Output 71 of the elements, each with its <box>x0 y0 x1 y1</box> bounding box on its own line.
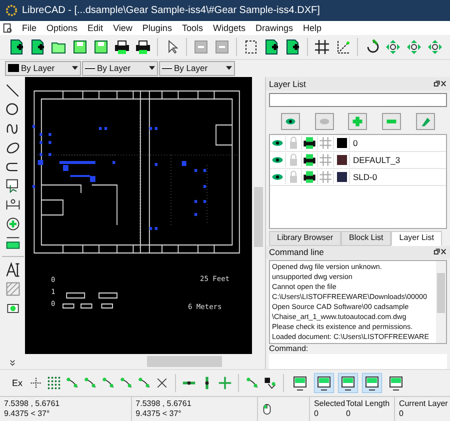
current-layer-label: Current Layer <box>398 398 449 409</box>
pen-combo[interactable]: By Layer <box>159 60 235 76</box>
command-input[interactable] <box>269 354 447 370</box>
menu-item[interactable]: View <box>108 22 138 35</box>
layer-name[interactable]: 0 <box>350 138 358 148</box>
edit-layer-icon[interactable] <box>416 112 435 130</box>
window-title: LibreCAD - [...dsample\Gear Sample-iss4\#Gear Sample-iss4.DXF] <box>22 5 320 16</box>
line-icon[interactable] <box>4 83 20 100</box>
chevron-icon[interactable] <box>9 359 16 366</box>
menu-item[interactable]: File <box>17 22 42 35</box>
layer-name[interactable]: DEFAULT_3 <box>350 154 400 165</box>
grid-snap-icon[interactable] <box>46 376 61 390</box>
current-layer-value: 0 <box>398 408 404 419</box>
selected-count: 0 <box>314 408 320 419</box>
menu-item[interactable]: Tools <box>176 22 208 35</box>
menu-item[interactable]: Plugins <box>137 22 177 35</box>
print-icon[interactable] <box>302 170 318 184</box>
total-length-label: Total Length <box>346 398 391 409</box>
menu-item[interactable]: Drawings <box>250 22 298 35</box>
document-icon[interactable] <box>264 38 280 55</box>
view-toggle-icon[interactable] <box>338 372 358 393</box>
caret-icon <box>72 66 78 70</box>
ellipse-icon[interactable] <box>4 140 20 156</box>
pen-combo[interactable]: By Layer <box>82 60 158 76</box>
command-label: Command: <box>268 344 310 354</box>
view-toggle-icon[interactable] <box>314 372 334 393</box>
log-scrollbar[interactable] <box>436 261 446 344</box>
gear-icon <box>5 4 18 18</box>
caret-icon <box>149 66 155 70</box>
dock-tab[interactable]: Library Browser <box>269 231 342 246</box>
document-add-icon[interactable] <box>285 38 301 55</box>
crosshair-icon[interactable] <box>28 376 43 390</box>
intersection-snap-icon[interactable] <box>154 376 169 390</box>
menu-item[interactable]: Help <box>298 22 327 35</box>
caret-icon <box>226 66 232 70</box>
selected-label: Selected <box>314 398 346 409</box>
relative-coordinate: 7.5398 , 5.6761 <box>136 398 192 409</box>
block-select-icon[interactable] <box>243 38 259 55</box>
new-document-icon[interactable] <box>9 38 25 55</box>
absolute-coordinate: 9.4375 < 37° <box>4 408 51 419</box>
visible-icon[interactable] <box>270 170 286 184</box>
text-icon[interactable] <box>4 262 20 278</box>
layer-filter-field[interactable] <box>269 92 447 107</box>
relative-coordinate: 9.4375 < 37° <box>136 408 182 419</box>
float-close-icon[interactable] <box>433 248 447 256</box>
dock-tab[interactable]: Layer List <box>391 231 442 246</box>
layer-name[interactable]: SLD-0 <box>350 172 378 182</box>
total-length-value: 0 <box>346 408 352 419</box>
panel-title: Command line <box>269 247 324 258</box>
dimension-icon[interactable] <box>335 38 351 55</box>
pen-combo[interactable]: By Layer <box>5 60 81 76</box>
absolute-coordinate: 7.5398 , 5.6761 <box>4 398 61 409</box>
print-icon[interactable] <box>114 38 130 55</box>
show-all-icon[interactable] <box>281 112 300 130</box>
float-close-icon[interactable] <box>433 80 447 88</box>
document-icon[interactable] <box>2 22 13 34</box>
dock-tab[interactable]: Block List <box>341 231 392 246</box>
visible-icon[interactable] <box>270 152 286 167</box>
view-toggle-icon[interactable] <box>362 372 382 393</box>
menu-item[interactable]: Widgets <box>208 22 250 35</box>
select-icon[interactable] <box>4 178 20 194</box>
print-icon[interactable] <box>302 152 318 167</box>
panel-title: Layer List <box>269 78 306 89</box>
save-icon[interactable] <box>72 38 88 55</box>
mouse-icon <box>262 402 272 416</box>
print-icon[interactable] <box>302 136 318 150</box>
exclusive-snap-button[interactable]: Ex <box>10 378 25 388</box>
menu-item[interactable]: Options <box>42 22 83 35</box>
grid-icon[interactable] <box>314 38 330 55</box>
menu-item[interactable]: Edit <box>82 22 108 35</box>
visible-icon[interactable] <box>270 136 286 150</box>
